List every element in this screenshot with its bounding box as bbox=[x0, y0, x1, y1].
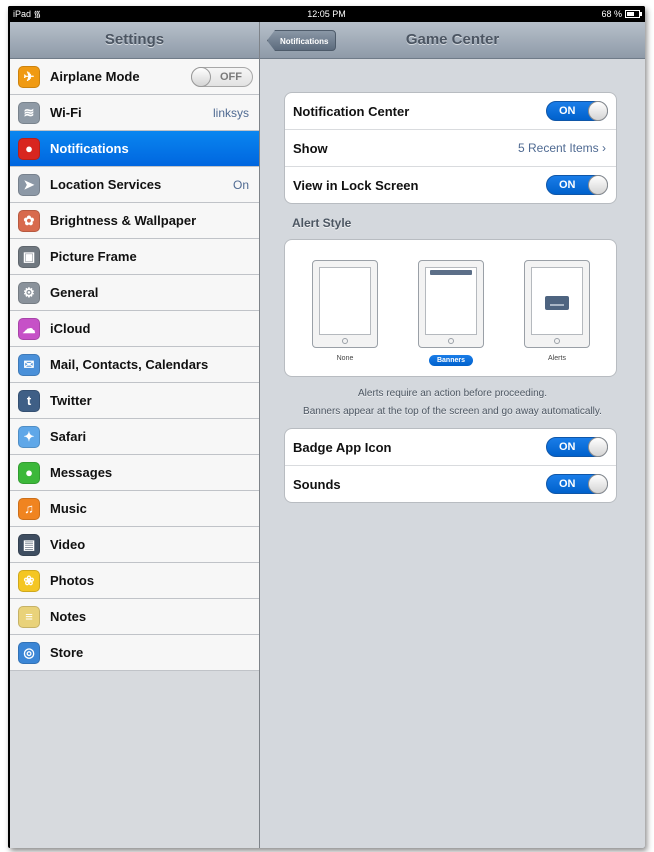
sidebar-item-label: Wi-Fi bbox=[50, 105, 82, 120]
sidebar-item-label: Mail, Contacts, Calendars bbox=[50, 357, 209, 372]
sidebar-item-twitter[interactable]: t Twitter bbox=[10, 383, 259, 419]
settings-sidebar: Settings ✈ Airplane Mode OFF ≋ Wi-Fi linksys ●… bbox=[10, 22, 260, 848]
photos-icon: ❀ bbox=[18, 569, 40, 592]
toggle-knob bbox=[191, 67, 211, 87]
status-battery: 68 % bbox=[601, 6, 642, 22]
wifi-icon: ≋ bbox=[18, 101, 40, 124]
alert-style-alerts-label: Alerts bbox=[548, 355, 566, 362]
badge-app-icon-row[interactable]: Badge App Icon ON bbox=[285, 429, 616, 466]
view-lock-screen-toggle[interactable]: ON bbox=[546, 175, 608, 195]
row-label: Badge App Icon bbox=[293, 439, 392, 455]
mail-icon: ✉ bbox=[18, 353, 40, 376]
sidebar-item-mail-contacts-calendars[interactable]: ✉ Mail, Contacts, Calendars bbox=[10, 347, 259, 383]
sidebar-item-label: Notes bbox=[50, 609, 87, 624]
alert-style-banners-label: Banners bbox=[418, 355, 484, 366]
toggle-knob bbox=[588, 175, 608, 195]
sidebar-item-value: linksys bbox=[212, 105, 249, 120]
sidebar-item-label: Music bbox=[50, 501, 87, 516]
messages-icon: ● bbox=[18, 461, 40, 484]
gear-icon: ⚙ bbox=[18, 281, 40, 304]
sidebar-item-general[interactable]: ⚙ General bbox=[10, 275, 259, 311]
badge-app-icon-toggle[interactable]: ON bbox=[546, 437, 608, 457]
sidebar-item-notifications[interactable]: ● Notifications bbox=[10, 131, 259, 167]
toggle-knob bbox=[588, 101, 608, 121]
video-icon: ▤ bbox=[18, 533, 40, 556]
sidebar-item-label: Messages bbox=[50, 465, 113, 480]
location-icon: ➤ bbox=[18, 173, 40, 196]
sidebar-item-picture-frame[interactable]: ▣ Picture Frame bbox=[10, 239, 259, 275]
brightness-wallpaper-icon: ✿ bbox=[18, 209, 40, 232]
sidebar-item-label: Photos bbox=[50, 573, 95, 588]
show-value: 5 Recent Items › bbox=[517, 141, 606, 155]
sidebar-item-safari[interactable]: ✦ Safari bbox=[10, 419, 259, 455]
picture-frame-icon: ▣ bbox=[18, 245, 40, 268]
sidebar-list: ✈ Airplane Mode OFF ≋ Wi-Fi linksys ● Notificat… bbox=[10, 59, 259, 671]
alert-style-none[interactable] bbox=[312, 260, 378, 348]
sidebar-item-label: Picture Frame bbox=[50, 249, 137, 264]
sidebar-item-photos[interactable]: ❀ Photos bbox=[10, 563, 259, 599]
sidebar-item-airplane-mode[interactable]: ✈ Airplane Mode OFF bbox=[10, 59, 259, 95]
sidebar-item-label: iCloud bbox=[50, 321, 91, 336]
sidebar-item-label: Store bbox=[50, 645, 84, 660]
status-time: 12:05 PM bbox=[307, 9, 346, 19]
sidebar-item-label: Safari bbox=[50, 429, 87, 444]
alert-style-title: Alert Style bbox=[292, 216, 352, 230]
sidebar-item-label: Video bbox=[50, 537, 86, 552]
sidebar-item-music[interactable]: ♫ Music bbox=[10, 491, 259, 527]
sidebar-item-notes[interactable]: ≡ Notes bbox=[10, 599, 259, 635]
sounds-toggle[interactable]: ON bbox=[546, 474, 608, 494]
store-icon: ◎ bbox=[18, 641, 40, 664]
sidebar-item-store[interactable]: ◎ Store bbox=[10, 635, 259, 671]
notes-icon: ≡ bbox=[18, 605, 40, 628]
twitter-icon: t bbox=[18, 389, 40, 412]
sidebar-item-messages[interactable]: ● Messages bbox=[10, 455, 259, 491]
sounds-row[interactable]: Sounds ON bbox=[285, 466, 616, 502]
alert-footnote-2: Banners appear at the top of the screen … bbox=[303, 406, 602, 417]
battery-icon bbox=[625, 10, 642, 18]
alert-style-picker: None Banners Alerts bbox=[284, 239, 617, 377]
show-row[interactable]: Show 5 Recent Items › bbox=[285, 130, 616, 167]
music-icon: ♫ bbox=[18, 497, 40, 520]
status-bar: iPad ᯾ 12:05 PM 68 % bbox=[8, 6, 645, 22]
sidebar-item-video[interactable]: ▤ Video bbox=[10, 527, 259, 563]
sidebar-item-label: Twitter bbox=[50, 393, 92, 408]
sidebar-title: Settings bbox=[10, 22, 259, 59]
alert-style-none-label: None bbox=[336, 355, 354, 362]
notification-center-toggle[interactable]: ON bbox=[546, 101, 608, 121]
row-label: Notification Center bbox=[293, 103, 410, 119]
sidebar-item-value: On bbox=[232, 177, 249, 192]
row-label: Sounds bbox=[293, 476, 341, 492]
sidebar-item-icloud[interactable]: ☁ iCloud bbox=[10, 311, 259, 347]
safari-icon: ✦ bbox=[18, 425, 40, 448]
alert-style-alerts[interactable] bbox=[524, 260, 590, 348]
sidebar-item-label: Brightness & Wallpaper bbox=[50, 213, 197, 228]
page-title: Game Center bbox=[405, 31, 500, 48]
badge-sound-group: Badge App Icon ON Sounds ON bbox=[284, 428, 617, 503]
alert-footnote-1: Alerts require an action before proceedi… bbox=[357, 388, 547, 399]
sidebar-item-location-services[interactable]: ➤ Location Services On bbox=[10, 167, 259, 203]
detail-panel: Notifications Game Center Notification C… bbox=[260, 22, 645, 848]
view-lock-screen-row[interactable]: View in Lock Screen ON bbox=[285, 167, 616, 203]
row-label: View in Lock Screen bbox=[293, 177, 419, 193]
notification-settings-group: Notification Center ON Show 5 Recent Ite… bbox=[284, 92, 617, 204]
sidebar-item-label: Notifications bbox=[50, 141, 129, 156]
banner-preview bbox=[430, 270, 472, 275]
icloud-icon: ☁ bbox=[18, 317, 40, 340]
sidebar-item-wi-fi[interactable]: ≋ Wi-Fi linksys bbox=[10, 95, 259, 131]
alert-preview bbox=[545, 296, 569, 310]
row-label: Show bbox=[293, 140, 328, 156]
notifications-icon: ● bbox=[18, 137, 40, 160]
toggle-knob bbox=[588, 474, 608, 494]
sidebar-item-label: Airplane Mode bbox=[50, 69, 140, 84]
sidebar-item-brightness-wallpaper[interactable]: ✿ Brightness & Wallpaper bbox=[10, 203, 259, 239]
alert-style-banners[interactable] bbox=[418, 260, 484, 348]
sidebar-item-label: General bbox=[50, 285, 99, 300]
notification-center-row[interactable]: Notification Center ON bbox=[285, 93, 616, 130]
ipad-screen: iPad ᯾ 12:05 PM 68 % Settings ✈ Airplane … bbox=[8, 6, 645, 848]
airplane-icon: ✈ bbox=[18, 65, 40, 88]
toggle-knob bbox=[588, 437, 608, 457]
airplane-mode-toggle[interactable]: OFF bbox=[191, 67, 253, 87]
sidebar-item-label: Location Services bbox=[50, 177, 162, 192]
nav-bar: Notifications Game Center bbox=[260, 22, 645, 59]
